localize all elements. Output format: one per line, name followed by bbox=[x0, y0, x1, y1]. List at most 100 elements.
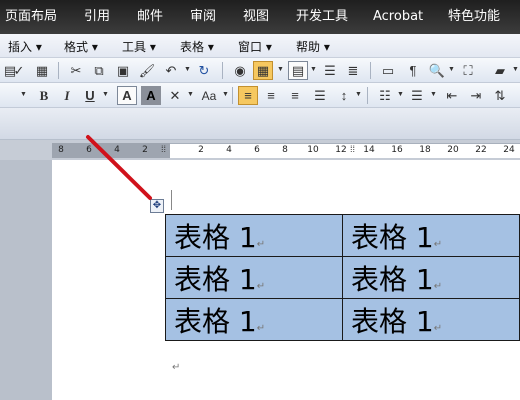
cell-text: 表格 1 bbox=[174, 304, 257, 338]
format-painter-icon[interactable]: 🖌 bbox=[137, 61, 157, 80]
document-table[interactable]: 表格 1↵ 表格 1↵ 表格 1↵ 表格 1↵ 表格 1↵ 表格 1↵ bbox=[165, 214, 520, 341]
ruler-number: 16 bbox=[391, 145, 403, 155]
menu-insert[interactable]: 插入 ▾ bbox=[8, 38, 42, 55]
ruler-number: 4 bbox=[226, 145, 232, 155]
tab-mailings[interactable]: 邮件 bbox=[137, 6, 163, 28]
copy-icon[interactable]: ⧉ bbox=[89, 61, 109, 80]
table-cell[interactable]: 表格 1↵ bbox=[342, 214, 520, 257]
numbering-icon[interactable]: ☷ bbox=[375, 86, 395, 105]
tab-special-features[interactable]: 特色功能 bbox=[448, 6, 500, 28]
cell-end-mark: ↵ bbox=[256, 280, 266, 292]
cell-text: 表格 1 bbox=[351, 262, 434, 296]
insert-table-icon[interactable]: ▤ bbox=[288, 61, 308, 80]
menu-bar: 插入 ▾ 格式 ▾ 工具 ▾ 表格 ▾ 窗口 ▾ 帮助 ▾ bbox=[0, 34, 520, 58]
scale-characters-icon[interactable]: ✕ bbox=[165, 86, 185, 105]
formatting-toolbar: ▼ B I U ▼ A A ✕ ▼ Aa ▼ ≡ ≡ ≡ ☰ ↕ ▼ ☷ ▼ ☰… bbox=[0, 83, 520, 108]
ruler-number: 2 bbox=[142, 145, 148, 155]
tables-borders-dropdown-arrow[interactable]: ▼ bbox=[277, 66, 284, 73]
justify-icon[interactable]: ☰ bbox=[310, 86, 330, 105]
decrease-indent-icon[interactable]: ⇤ bbox=[442, 86, 462, 105]
columns-icon[interactable]: ☰ bbox=[320, 61, 340, 80]
zoom-icon[interactable]: 🔍 bbox=[427, 61, 447, 80]
hyperlink-icon[interactable]: ◉ bbox=[230, 61, 250, 80]
italic-button[interactable]: I bbox=[57, 86, 77, 105]
toolbar-separator bbox=[232, 87, 233, 104]
document-map-icon[interactable]: ▭ bbox=[378, 61, 398, 80]
redo-icon[interactable]: ↻ bbox=[194, 61, 214, 80]
ruler-number: 18 bbox=[419, 145, 431, 155]
cell-end-mark: ↵ bbox=[256, 238, 266, 250]
ruler-number: 6 bbox=[86, 145, 92, 155]
align-left-icon[interactable]: ≡ bbox=[238, 86, 258, 105]
menu-tools[interactable]: 工具 ▾ bbox=[122, 38, 156, 55]
bullets-icon[interactable]: ☰ bbox=[407, 86, 427, 105]
font-dropdown-arrow[interactable]: ▼ bbox=[20, 91, 27, 98]
insert-table-dropdown-arrow[interactable]: ▼ bbox=[310, 66, 317, 73]
character-shading-button[interactable]: A bbox=[141, 86, 161, 105]
highlight-folder-dropdown-arrow[interactable]: ▼ bbox=[512, 66, 519, 73]
menu-window[interactable]: 窗口 ▾ bbox=[238, 38, 272, 55]
change-case-button[interactable]: Aa bbox=[197, 86, 221, 105]
underline-button[interactable]: U bbox=[80, 86, 100, 105]
scale-dropdown-arrow[interactable]: ▼ bbox=[187, 91, 194, 98]
cell-end-mark: ↵ bbox=[433, 238, 443, 250]
undo-icon[interactable]: ↶ bbox=[161, 61, 181, 80]
cell-end-mark: ↵ bbox=[256, 322, 266, 334]
undo-dropdown-arrow[interactable]: ▼ bbox=[184, 66, 191, 73]
table-cell[interactable]: 表格 1↵ bbox=[342, 256, 520, 299]
character-border-button[interactable]: A bbox=[117, 86, 137, 105]
spelling-icon[interactable]: ✓ bbox=[9, 61, 29, 80]
zoom-dropdown-arrow[interactable]: ▼ bbox=[448, 66, 455, 73]
toolbar-strip bbox=[0, 108, 520, 140]
tab-view[interactable]: 视图 bbox=[243, 6, 269, 28]
menu-help[interactable]: 帮助 ▾ bbox=[296, 38, 330, 55]
drawing-icon[interactable]: ≣ bbox=[343, 61, 363, 80]
tab-page-layout[interactable]: 页面布局 bbox=[5, 6, 57, 28]
highlight-folder-icon[interactable]: ▰ bbox=[490, 61, 510, 80]
ruler-column-marker[interactable]: ⁞⁞ bbox=[350, 144, 355, 154]
menu-format[interactable]: 格式 ▾ bbox=[64, 38, 98, 55]
change-case-dropdown-arrow[interactable]: ▼ bbox=[222, 91, 229, 98]
paragraph-mark: ↵ bbox=[172, 362, 181, 373]
table-cell[interactable]: 表格 1↵ bbox=[342, 298, 520, 341]
tab-references[interactable]: 引用 bbox=[84, 6, 110, 28]
bullets-dropdown-arrow[interactable]: ▼ bbox=[430, 91, 437, 98]
cut-icon[interactable]: ✂ bbox=[66, 61, 86, 80]
table-row: 表格 1↵ 表格 1↵ bbox=[165, 256, 520, 299]
cell-text: 表格 1 bbox=[174, 220, 257, 254]
show-hide-icon[interactable]: ¶ bbox=[403, 61, 423, 80]
tab-acrobat[interactable]: Acrobat bbox=[373, 6, 423, 28]
document-left-gutter bbox=[0, 160, 52, 400]
tab-review[interactable]: 审阅 bbox=[190, 6, 216, 28]
menu-table[interactable]: 表格 ▾ bbox=[180, 38, 214, 55]
ruler-number: 24 bbox=[503, 145, 515, 155]
line-spacing-dropdown-arrow[interactable]: ▼ bbox=[355, 91, 362, 98]
tab-developer[interactable]: 开发工具 bbox=[296, 6, 348, 28]
bold-button[interactable]: B bbox=[34, 86, 54, 105]
standard-toolbar: ▤ ✓ ▦ ✂ ⧉ ▣ 🖌 ↶ ▼ ↻ ◉ ▦ ▼ ▤ ▼ ☰ ≣ ▭ ¶ 🔍 … bbox=[0, 58, 520, 83]
sort-icon[interactable]: ⇅ bbox=[490, 86, 510, 105]
ruler-number: 2 bbox=[198, 145, 204, 155]
fullscreen-icon[interactable]: ⛶ bbox=[458, 61, 478, 80]
line-spacing-icon[interactable]: ↕ bbox=[334, 86, 354, 105]
ruler-number: 8 bbox=[58, 145, 64, 155]
cell-text: 表格 1 bbox=[174, 262, 257, 296]
numbering-dropdown-arrow[interactable]: ▼ bbox=[397, 91, 404, 98]
table-cell[interactable]: 表格 1↵ bbox=[165, 214, 343, 257]
cell-text: 表格 1 bbox=[351, 304, 434, 338]
table-move-handle[interactable]: ✥ bbox=[150, 199, 164, 213]
ruler-number: 10 bbox=[307, 145, 319, 155]
toolbar-separator bbox=[58, 62, 59, 79]
tables-borders-icon[interactable]: ▦ bbox=[253, 61, 273, 80]
underline-dropdown-arrow[interactable]: ▼ bbox=[102, 91, 109, 98]
align-center-icon[interactable]: ≡ bbox=[261, 86, 281, 105]
table-cell[interactable]: 表格 1↵ bbox=[165, 298, 343, 341]
paste-icon[interactable]: ▣ bbox=[113, 61, 133, 80]
increase-indent-icon[interactable]: ⇥ bbox=[466, 86, 486, 105]
align-right-icon[interactable]: ≡ bbox=[285, 86, 305, 105]
ruler-number: 14 bbox=[363, 145, 375, 155]
research-icon[interactable]: ▦ bbox=[32, 61, 52, 80]
table-cell[interactable]: 表格 1↵ bbox=[165, 256, 343, 299]
toolbar-separator bbox=[222, 62, 223, 79]
ruler-column-marker[interactable]: ⁞⁞ bbox=[161, 144, 166, 154]
